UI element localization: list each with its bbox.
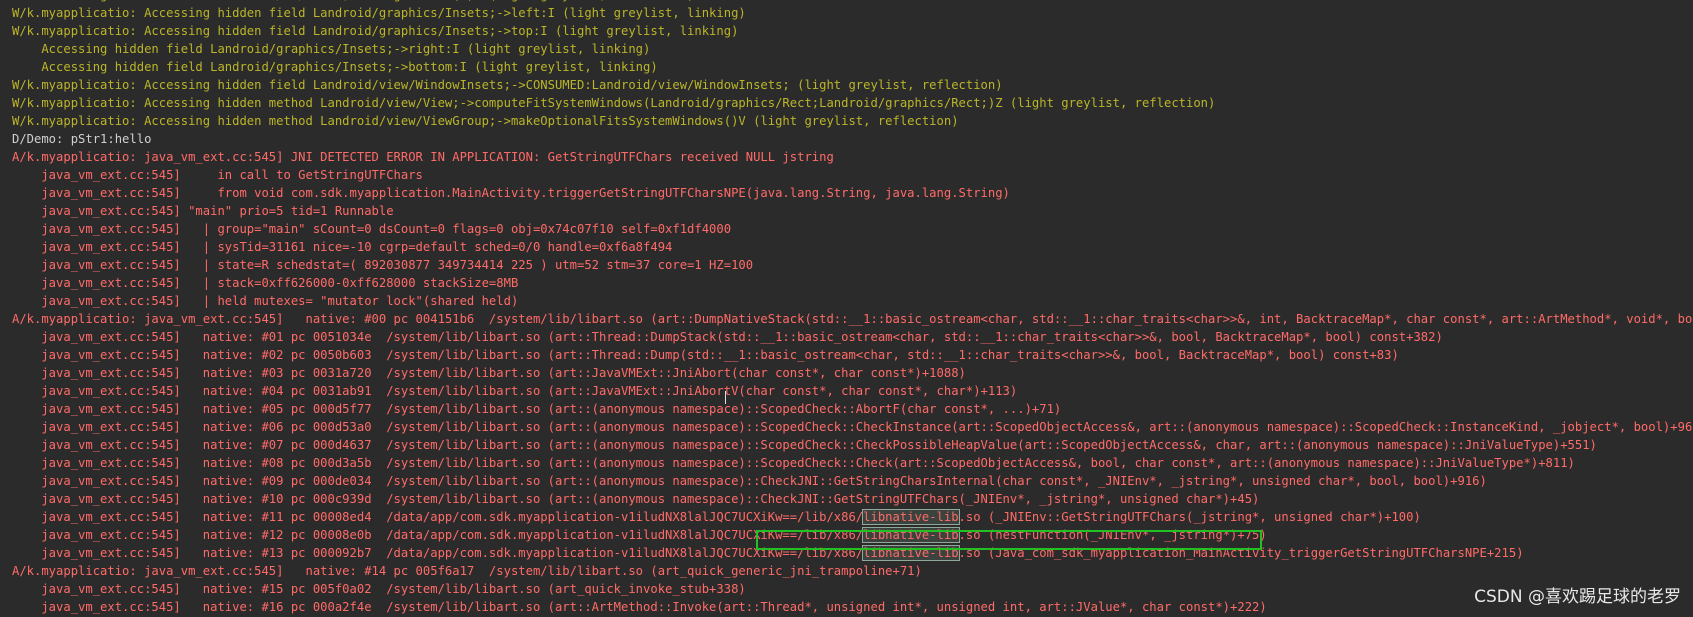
log-line: java_vm_ext.cc:545] native: #15 pc 005f0… bbox=[12, 582, 746, 596]
log-line: A/k.myapplicatio: java_vm_ext.cc:545] JN… bbox=[12, 150, 834, 164]
log-line: D/Demo: pStr1:hello bbox=[12, 132, 152, 146]
log-line: java_vm_ext.cc:545] native: #16 pc 000a2… bbox=[12, 600, 1267, 614]
log-line: Accessing hidden field Landroid/graphics… bbox=[12, 42, 651, 56]
log-line: java_vm_ext.cc:545] native: #06 pc 000d5… bbox=[12, 420, 1693, 434]
log-line-prefix: java_vm_ext.cc:545] native: #13 pc 00009… bbox=[12, 546, 864, 560]
log-line: W/k.myapplicatio: Accessing hidden field… bbox=[12, 78, 1003, 92]
log-line: Accessing hidden field Landroid/graphics… bbox=[12, 60, 658, 74]
log-line: java_vm_ext.cc:545] "main" prio=5 tid=1 … bbox=[12, 204, 394, 218]
log-line: java_vm_ext.cc:545] native: #09 pc 000de… bbox=[12, 474, 1487, 488]
log-line: java_vm_ext.cc:545] native: #03 pc 0031a… bbox=[12, 366, 966, 380]
log-line: java_vm_ext.cc:545] in call to GetString… bbox=[12, 168, 423, 182]
log-line: java_vm_ext.cc:545] native: #11 pc 00008… bbox=[0, 508, 1693, 526]
log-line: java_vm_ext.cc:545] native: #10 pc 000c9… bbox=[12, 492, 1260, 506]
log-line: A/k.myapplicatio: java_vm_ext.cc:545] na… bbox=[12, 564, 922, 578]
log-line-prefix: java_vm_ext.cc:545] native: #11 pc 00008… bbox=[12, 510, 864, 524]
log-line: java_vm_ext.cc:545] | stack=0xff626000-0… bbox=[12, 276, 519, 290]
log-line: java_vm_ext.cc:545] | sysTid=31161 nice=… bbox=[12, 240, 673, 254]
log-line: java_vm_ext.cc:545] from void com.sdk.my… bbox=[12, 186, 1010, 200]
log-line: W/k.myapplicatio: Accessing hidden field… bbox=[12, 24, 739, 38]
log-line: java_vm_ext.cc:545] native: #02 pc 0050b… bbox=[12, 348, 1399, 362]
log-line: java_vm_ext.cc:545] native: #05 pc 000d5… bbox=[12, 402, 1062, 416]
log-line: W/k.myapplicatio: Accessing hidden field… bbox=[12, 6, 746, 20]
logcat-output[interactable]: Accessing hidden method Landroid/os/Trac… bbox=[0, 0, 1693, 616]
highlight-box bbox=[756, 530, 1262, 550]
log-line: java_vm_ext.cc:545] | group="main" sCoun… bbox=[12, 222, 732, 236]
watermark: CSDN @喜欢踢足球的老罗 bbox=[1474, 587, 1681, 607]
log-line: W/k.myapplicatio: Accessing hidden metho… bbox=[12, 96, 1216, 110]
log-line: java_vm_ext.cc:545] | state=R schedstat=… bbox=[12, 258, 754, 272]
log-line-suffix: .so (_JNIEnv::GetStringUTFChars(_jstring… bbox=[958, 510, 1421, 524]
log-line: java_vm_ext.cc:545] native: #04 pc 0031a… bbox=[12, 384, 1018, 398]
log-line: W/k.myapplicatio: Accessing hidden metho… bbox=[12, 114, 959, 128]
log-line: java_vm_ext.cc:545] native: #07 pc 000d4… bbox=[12, 438, 1597, 452]
log-line: java_vm_ext.cc:545] native: #08 pc 000d3… bbox=[12, 456, 1575, 470]
log-line: java_vm_ext.cc:545] native: #01 pc 00510… bbox=[12, 330, 1443, 344]
log-line: A/k.myapplicatio: java_vm_ext.cc:545] na… bbox=[12, 312, 1693, 326]
search-match: libnative-lib bbox=[862, 509, 960, 525]
text-cursor bbox=[725, 391, 726, 404]
log-line: java_vm_ext.cc:545] | held mutexes= "mut… bbox=[12, 294, 519, 308]
log-line-prefix: java_vm_ext.cc:545] native: #12 pc 00008… bbox=[12, 528, 864, 542]
